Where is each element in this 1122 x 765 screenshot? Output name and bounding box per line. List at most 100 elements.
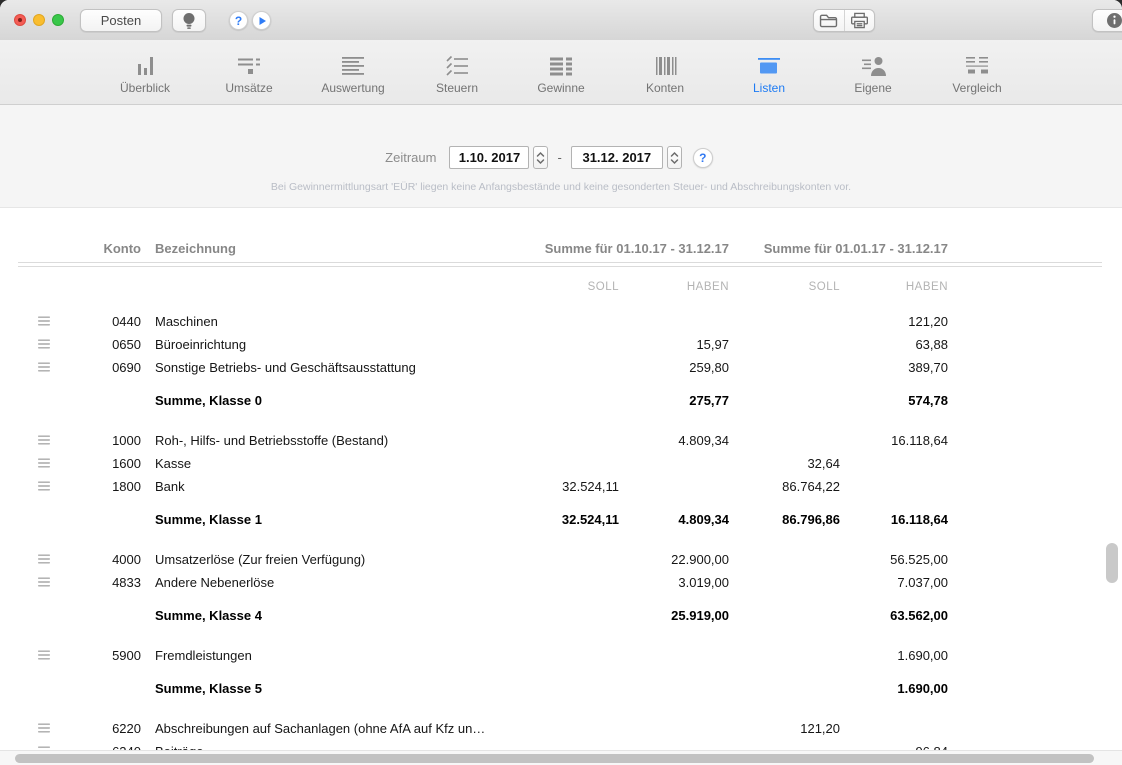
table-row[interactable]: 1800Bank32.524,1186.764,22 <box>18 475 1122 498</box>
row-handle-icon[interactable] <box>38 548 50 571</box>
row-handle-icon[interactable] <box>38 310 50 333</box>
date-from-stepper[interactable] <box>533 146 548 169</box>
soll2-header: SOLL <box>729 281 840 293</box>
row-handle-cell <box>18 429 60 452</box>
person-lines-icon <box>860 53 886 77</box>
table-header: Konto Bezeichnung Summe für 01.10.17 - 3… <box>18 238 1122 258</box>
konto-cell: 1800 <box>60 475 141 498</box>
posten-button[interactable]: Posten <box>80 9 162 32</box>
date-to-stepper[interactable] <box>667 146 682 169</box>
row-handle-icon[interactable] <box>38 644 50 667</box>
table-row[interactable]: 6240Beiträge96,84 <box>18 740 1122 750</box>
bezeichnung-cell: Summe, Klasse 4 <box>141 604 511 627</box>
period-help-button[interactable]: ? <box>693 148 713 168</box>
table-row[interactable]: 0650Büroeinrichtung15,9763,88 <box>18 333 1122 356</box>
text-lines-icon <box>340 53 366 77</box>
vertical-scrollbar-thumb[interactable] <box>1106 543 1118 583</box>
horizontal-scrollbar-thumb[interactable] <box>15 754 1094 763</box>
haben2-header: HABEN <box>840 281 948 293</box>
konto-cell: 6220 <box>60 717 141 740</box>
row-handle-icon[interactable] <box>38 717 50 740</box>
bezeichnung-cell: Kasse <box>141 452 511 475</box>
table-row[interactable]: 4833Andere Nebenerlöse3.019,007.037,00 <box>18 571 1122 594</box>
sum-row[interactable]: Summe, Klasse 132.524,114.809,3486.796,8… <box>18 508 1122 531</box>
bezeichnung-cell: Bank <box>141 475 511 498</box>
haben2-cell: 7.037,00 <box>840 571 948 594</box>
tab-eigene[interactable]: Eigene <box>821 40 925 104</box>
row-handle-icon[interactable] <box>38 333 50 356</box>
account-class-group: 0440Maschinen 121,200650Büroeinrichtung15… <box>18 310 1122 412</box>
konto-cell: 6240 <box>60 740 141 750</box>
sum-row[interactable]: Summe, Klasse 51.690,00 <box>18 677 1122 700</box>
bezeichnung-cell: Roh-, Hilfs- und Betriebsstoffe (Bestand… <box>141 429 511 452</box>
haben2-cell: 121,20 <box>840 310 948 333</box>
date-to-field[interactable] <box>571 146 663 169</box>
haben2-cell: 389,70 <box>840 356 948 379</box>
info-button[interactable] <box>1092 9 1122 32</box>
tab-auswertung[interactable]: Auswertung <box>301 40 405 104</box>
tab-konten[interactable]: Konten <box>613 40 717 104</box>
haben2-cell: 574,78 <box>840 389 948 412</box>
bulb-button[interactable] <box>172 9 206 32</box>
sum-row[interactable]: Summe, Klasse 425.919,0063.562,00 <box>18 604 1122 627</box>
zoom-button[interactable] <box>52 14 64 26</box>
date-from-field[interactable] <box>449 146 529 169</box>
konto-cell: 1600 <box>60 452 141 475</box>
minimize-button[interactable] <box>33 14 45 26</box>
bezeichnung-cell: Maschinen <box>141 310 511 333</box>
table-row[interactable]: 0440Maschinen 121,20 <box>18 310 1122 333</box>
print-button[interactable] <box>845 10 875 31</box>
horizontal-scrollbar <box>0 750 1122 765</box>
sum-row[interactable]: Summe, Klasse 0275,77574,78 <box>18 389 1122 412</box>
table-row[interactable]: 6220Abschreibungen auf Sachanlagen (ohne… <box>18 717 1122 740</box>
tab-umsatze[interactable]: Umsätze <box>197 40 301 104</box>
table-row[interactable]: 1000Roh-, Hilfs- und Betriebsstoffe (Bes… <box>18 429 1122 452</box>
row-handle-icon[interactable] <box>38 429 50 452</box>
table-rows: 0440Maschinen121,200650Büroeinrichtung15… <box>18 310 1122 750</box>
app-window: Posten ? <box>0 0 1122 765</box>
tab-uberblick[interactable]: Überblick <box>93 40 197 104</box>
haben1-cell: 259,80 <box>619 356 729 379</box>
haben2-cell: 56.525,00 <box>840 548 948 571</box>
tab-listen[interactable]: Listen <box>717 40 821 104</box>
open-folder-button[interactable] <box>814 10 845 31</box>
table-row[interactable]: 5900Fremdleistungen1.690,00 <box>18 644 1122 667</box>
double-columns-icon <box>964 53 990 77</box>
konto-header: Konto <box>60 241 141 256</box>
table-row[interactable]: 1600Kasse32,64 <box>18 452 1122 475</box>
row-handle-icon[interactable] <box>38 740 50 750</box>
tab-label: Konten <box>646 81 684 95</box>
tab-label: Auswertung <box>321 81 384 95</box>
period-band: Zeitraum - ? Bei Gewinnermittlungsart 'E… <box>0 105 1122 208</box>
tab-vergleich[interactable]: Vergleich <box>925 40 1029 104</box>
tab-gewinne[interactable]: Gewinne <box>509 40 613 104</box>
soll2-cell: 121,20 <box>729 717 840 740</box>
haben1-cell: 22.900,00 <box>619 548 729 571</box>
soll2-cell: 86.796,86 <box>729 508 840 531</box>
row-handle-icon[interactable] <box>38 452 50 475</box>
bezeichnung-header: Bezeichnung <box>141 241 511 256</box>
row-handle-icon[interactable] <box>38 571 50 594</box>
stepper-icon <box>670 151 679 165</box>
header-divider <box>18 262 1102 267</box>
table-row[interactable]: 4000Umsatzerlöse (Zur freien Verfügung)2… <box>18 548 1122 571</box>
tab-steuern[interactable]: Steuern <box>405 40 509 104</box>
row-handle-icon[interactable] <box>38 356 50 379</box>
soll1-cell: 32.524,11 <box>511 475 619 498</box>
table-row[interactable]: 0690Sonstige Betriebs- und Geschäftsauss… <box>18 356 1122 379</box>
konto-cell: 1000 <box>60 429 141 452</box>
period2-header: Summe für 01.01.17 - 31.12.17 <box>729 241 948 256</box>
haben1-cell: 4.809,34 <box>619 429 729 452</box>
tab-label: Umsätze <box>225 81 272 95</box>
percent-lines-icon <box>444 53 470 77</box>
bezeichnung-cell: Andere Nebenerlöse <box>141 571 511 594</box>
bezeichnung-cell: Beiträge <box>141 740 511 750</box>
konto-cell: 0440 <box>60 310 141 333</box>
bar-chart-icon <box>132 53 158 77</box>
bezeichnung-cell: Summe, Klasse 5 <box>141 677 511 700</box>
row-handle-icon[interactable] <box>38 475 50 498</box>
help-button[interactable]: ? <box>229 11 248 30</box>
row-handle-cell <box>18 548 60 571</box>
play-button[interactable] <box>252 11 271 30</box>
close-button[interactable] <box>14 14 26 26</box>
